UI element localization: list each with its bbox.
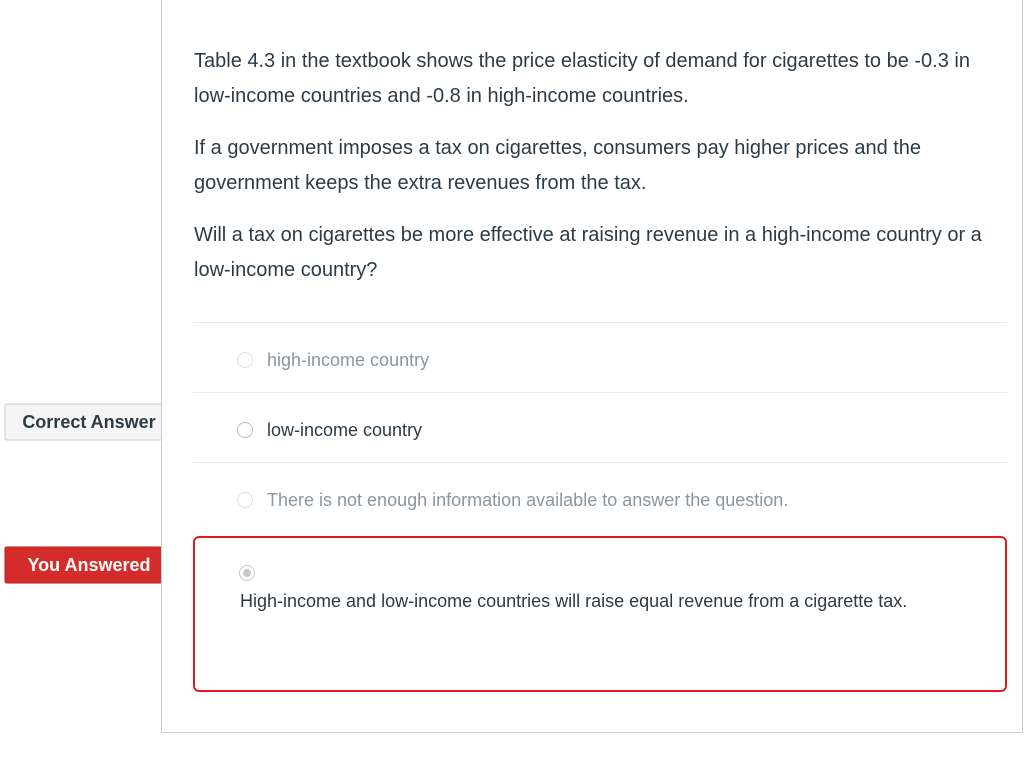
- question-paragraph: If a government imposes a tax on cigaret…: [194, 137, 922, 194]
- question-text: Table 4.3 in the textbook shows the pric…: [194, 44, 994, 305]
- answer-list: high-income country low-income country T…: [193, 322, 1007, 692]
- answer-option-not-enough-info[interactable]: There is not enough information availabl…: [193, 462, 1007, 532]
- answer-label: low-income country: [267, 420, 423, 440]
- radio-button[interactable]: [237, 422, 253, 438]
- answer-label: high-income country: [267, 350, 430, 370]
- radio-button[interactable]: [237, 492, 253, 508]
- answer-label: High-income and low-income countries wil…: [240, 591, 908, 611]
- answer-label: There is not enough information availabl…: [267, 490, 789, 510]
- quiz-results-page: Correct Answer You Answered Table 4.3 in…: [0, 0, 1024, 757]
- you-answered-flag-label: You Answered: [27, 555, 151, 575]
- answer-option-high-income[interactable]: high-income country: [193, 322, 1007, 392]
- answer-option-equal-revenue[interactable]: High-income and low-income countries wil…: [193, 536, 1007, 692]
- radio-button[interactable]: [237, 352, 253, 368]
- question-paragraph: Table 4.3 in the textbook shows the pric…: [194, 50, 970, 107]
- answer-option-low-income[interactable]: low-income country: [193, 392, 1007, 462]
- correct-answer-flag-label: Correct Answer: [22, 412, 156, 432]
- radio-button-selected[interactable]: [239, 565, 255, 581]
- question-paragraph: Will a tax on cigarettes be more effecti…: [194, 224, 982, 281]
- question-card: Table 4.3 in the textbook shows the pric…: [161, 0, 1023, 733]
